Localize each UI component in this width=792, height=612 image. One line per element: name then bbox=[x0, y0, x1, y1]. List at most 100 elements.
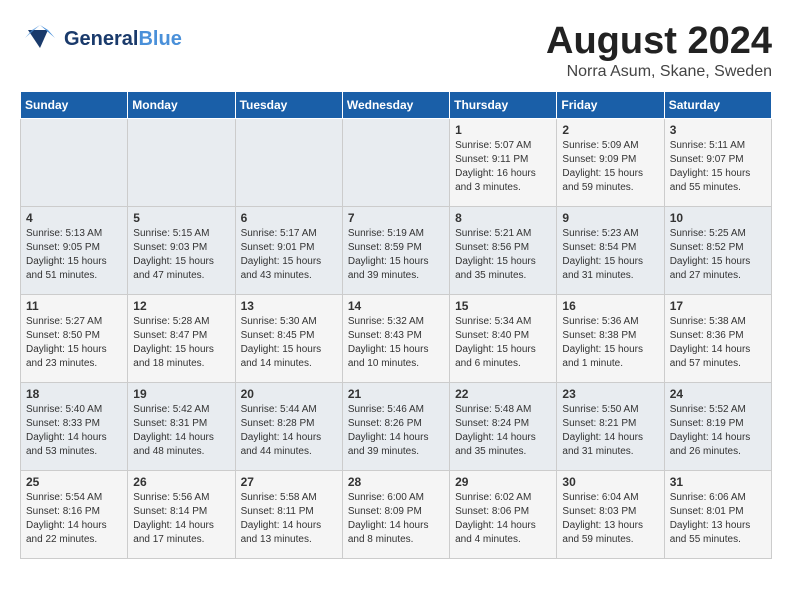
calendar-cell bbox=[21, 119, 128, 207]
calendar-cell: 29Sunrise: 6:02 AM Sunset: 8:06 PM Dayli… bbox=[450, 471, 557, 559]
calendar-cell: 26 Sunrise: 5:56 AM Sunset: 8:14 PM Dayli… bbox=[128, 471, 235, 559]
day-info: Sunrise: 5:54 AM Sunset: 8:16 PM Dayligh… bbox=[26, 491, 122, 547]
calendar-cell: 21Sunrise: 5:46 AM Sunset: 8:26 PM Dayli… bbox=[342, 383, 449, 471]
day-info: Sunrise: 5:46 AM Sunset: 8:26 PM Dayligh… bbox=[348, 403, 444, 459]
week-row-3: 11 Sunrise: 5:27 AM Sunset: 8:50 PM Dayli… bbox=[21, 295, 772, 383]
day-number: 12 bbox=[133, 299, 229, 313]
day-info: Sunrise: 5:28 AM Sunset: 8:47 PM Dayligh… bbox=[133, 315, 229, 371]
header-wednesday: Wednesday bbox=[342, 92, 449, 119]
calendar-cell: 24Sunrise: 5:52 AM Sunset: 8:19 PM Dayli… bbox=[664, 383, 771, 471]
calendar-cell: 11 Sunrise: 5:27 AM Sunset: 8:50 PM Dayli… bbox=[21, 295, 128, 383]
day-number: 6 bbox=[241, 211, 337, 225]
day-number: 11 bbox=[26, 299, 122, 313]
day-number: 15 bbox=[455, 299, 551, 313]
day-info: Sunrise: 5:13 AM Sunset: 9:05 PM Dayligh… bbox=[26, 227, 122, 283]
day-number: 20 bbox=[241, 387, 337, 401]
day-info: Sunrise: 5:07 AM Sunset: 9:11 PM Dayligh… bbox=[455, 139, 551, 195]
header-tuesday: Tuesday bbox=[235, 92, 342, 119]
day-number: 28 bbox=[348, 475, 444, 489]
day-number: 27 bbox=[241, 475, 337, 489]
header: GeneralBlue August 2024 Norra Asum, Skan… bbox=[20, 20, 772, 81]
day-number: 14 bbox=[348, 299, 444, 313]
day-info: Sunrise: 5:48 AM Sunset: 8:24 PM Dayligh… bbox=[455, 403, 551, 459]
day-info: Sunrise: 5:34 AM Sunset: 8:40 PM Dayligh… bbox=[455, 315, 551, 371]
day-number: 1 bbox=[455, 123, 551, 137]
calendar-cell: 1 Sunrise: 5:07 AM Sunset: 9:11 PM Daylig… bbox=[450, 119, 557, 207]
day-number: 22 bbox=[455, 387, 551, 401]
header-friday: Friday bbox=[557, 92, 664, 119]
calendar-cell: 23 Sunrise: 5:50 AM Sunset: 8:21 PM Dayli… bbox=[557, 383, 664, 471]
calendar-table: SundayMondayTuesdayWednesdayThursdayFrid… bbox=[20, 91, 772, 559]
week-row-4: 18Sunrise: 5:40 AM Sunset: 8:33 PM Dayli… bbox=[21, 383, 772, 471]
day-info: Sunrise: 5:11 AM Sunset: 9:07 PM Dayligh… bbox=[670, 139, 766, 195]
day-number: 26 bbox=[133, 475, 229, 489]
calendar-cell: 13 Sunrise: 5:30 AM Sunset: 8:45 PM Dayli… bbox=[235, 295, 342, 383]
calendar-cell: 30Sunrise: 6:04 AM Sunset: 8:03 PM Dayli… bbox=[557, 471, 664, 559]
calendar-cell bbox=[128, 119, 235, 207]
calendar-cell: 18Sunrise: 5:40 AM Sunset: 8:33 PM Dayli… bbox=[21, 383, 128, 471]
calendar-cell: 15 Sunrise: 5:34 AM Sunset: 8:40 PM Dayli… bbox=[450, 295, 557, 383]
calendar-cell: 10 Sunrise: 5:25 AM Sunset: 8:52 PM Dayli… bbox=[664, 207, 771, 295]
calendar-cell: 9 Sunrise: 5:23 AM Sunset: 8:54 PM Daylig… bbox=[557, 207, 664, 295]
calendar-cell: 25Sunrise: 5:54 AM Sunset: 8:16 PM Dayli… bbox=[21, 471, 128, 559]
day-info: Sunrise: 5:19 AM Sunset: 8:59 PM Dayligh… bbox=[348, 227, 444, 283]
day-info: Sunrise: 6:02 AM Sunset: 8:06 PM Dayligh… bbox=[455, 491, 551, 547]
header-saturday: Saturday bbox=[664, 92, 771, 119]
calendar-cell: 22 Sunrise: 5:48 AM Sunset: 8:24 PM Dayli… bbox=[450, 383, 557, 471]
day-number: 8 bbox=[455, 211, 551, 225]
month-year-title: August 2024 bbox=[546, 20, 772, 63]
day-number: 3 bbox=[670, 123, 766, 137]
day-info: Sunrise: 5:32 AM Sunset: 8:43 PM Dayligh… bbox=[348, 315, 444, 371]
day-info: Sunrise: 5:38 AM Sunset: 8:36 PM Dayligh… bbox=[670, 315, 766, 371]
day-number: 10 bbox=[670, 211, 766, 225]
day-number: 13 bbox=[241, 299, 337, 313]
header-thursday: Thursday bbox=[450, 92, 557, 119]
day-number: 9 bbox=[562, 211, 658, 225]
day-info: Sunrise: 5:56 AM Sunset: 8:14 PM Dayligh… bbox=[133, 491, 229, 547]
calendar-cell: 28 Sunrise: 6:00 AM Sunset: 8:09 PM Dayli… bbox=[342, 471, 449, 559]
day-info: Sunrise: 5:42 AM Sunset: 8:31 PM Dayligh… bbox=[133, 403, 229, 459]
calendar-cell: 14 Sunrise: 5:32 AM Sunset: 8:43 PM Dayli… bbox=[342, 295, 449, 383]
day-info: Sunrise: 6:00 AM Sunset: 8:09 PM Dayligh… bbox=[348, 491, 444, 547]
logo-icon bbox=[20, 20, 60, 58]
calendar-cell: 7 Sunrise: 5:19 AM Sunset: 8:59 PM Daylig… bbox=[342, 207, 449, 295]
calendar-cell: 27Sunrise: 5:58 AM Sunset: 8:11 PM Dayli… bbox=[235, 471, 342, 559]
title-section: August 2024 Norra Asum, Skane, Sweden bbox=[546, 20, 772, 81]
calendar-cell: 6 Sunrise: 5:17 AM Sunset: 9:01 PM Daylig… bbox=[235, 207, 342, 295]
day-number: 2 bbox=[562, 123, 658, 137]
day-info: Sunrise: 5:27 AM Sunset: 8:50 PM Dayligh… bbox=[26, 315, 122, 371]
calendar-cell: 8 Sunrise: 5:21 AM Sunset: 8:56 PM Daylig… bbox=[450, 207, 557, 295]
day-info: Sunrise: 5:17 AM Sunset: 9:01 PM Dayligh… bbox=[241, 227, 337, 283]
day-number: 4 bbox=[26, 211, 122, 225]
week-row-2: 4 Sunrise: 5:13 AM Sunset: 9:05 PM Daylig… bbox=[21, 207, 772, 295]
calendar-cell: 3 Sunrise: 5:11 AM Sunset: 9:07 PM Daylig… bbox=[664, 119, 771, 207]
day-number: 17 bbox=[670, 299, 766, 313]
day-info: Sunrise: 5:21 AM Sunset: 8:56 PM Dayligh… bbox=[455, 227, 551, 283]
day-info: Sunrise: 5:09 AM Sunset: 9:09 PM Dayligh… bbox=[562, 139, 658, 195]
calendar-cell bbox=[235, 119, 342, 207]
day-number: 7 bbox=[348, 211, 444, 225]
calendar-header-row: SundayMondayTuesdayWednesdayThursdayFrid… bbox=[21, 92, 772, 119]
day-number: 30 bbox=[562, 475, 658, 489]
calendar-cell: 5 Sunrise: 5:15 AM Sunset: 9:03 PM Daylig… bbox=[128, 207, 235, 295]
week-row-5: 25Sunrise: 5:54 AM Sunset: 8:16 PM Dayli… bbox=[21, 471, 772, 559]
calendar-cell: 17 Sunrise: 5:38 AM Sunset: 8:36 PM Dayli… bbox=[664, 295, 771, 383]
calendar-cell: 12 Sunrise: 5:28 AM Sunset: 8:47 PM Dayli… bbox=[128, 295, 235, 383]
day-number: 5 bbox=[133, 211, 229, 225]
day-info: Sunrise: 5:50 AM Sunset: 8:21 PM Dayligh… bbox=[562, 403, 658, 459]
day-info: Sunrise: 5:30 AM Sunset: 8:45 PM Dayligh… bbox=[241, 315, 337, 371]
day-info: Sunrise: 5:15 AM Sunset: 9:03 PM Dayligh… bbox=[133, 227, 229, 283]
day-info: Sunrise: 6:06 AM Sunset: 8:01 PM Dayligh… bbox=[670, 491, 766, 547]
calendar-cell: 16Sunrise: 5:36 AM Sunset: 8:38 PM Dayli… bbox=[557, 295, 664, 383]
calendar-cell: 19 Sunrise: 5:42 AM Sunset: 8:31 PM Dayli… bbox=[128, 383, 235, 471]
day-info: Sunrise: 5:23 AM Sunset: 8:54 PM Dayligh… bbox=[562, 227, 658, 283]
day-number: 23 bbox=[562, 387, 658, 401]
day-number: 19 bbox=[133, 387, 229, 401]
day-number: 18 bbox=[26, 387, 122, 401]
header-sunday: Sunday bbox=[21, 92, 128, 119]
day-info: Sunrise: 5:36 AM Sunset: 8:38 PM Dayligh… bbox=[562, 315, 658, 371]
calendar-cell: 2 Sunrise: 5:09 AM Sunset: 9:09 PM Daylig… bbox=[557, 119, 664, 207]
week-row-1: 1 Sunrise: 5:07 AM Sunset: 9:11 PM Daylig… bbox=[21, 119, 772, 207]
day-info: Sunrise: 5:25 AM Sunset: 8:52 PM Dayligh… bbox=[670, 227, 766, 283]
location-subtitle: Norra Asum, Skane, Sweden bbox=[546, 63, 772, 81]
